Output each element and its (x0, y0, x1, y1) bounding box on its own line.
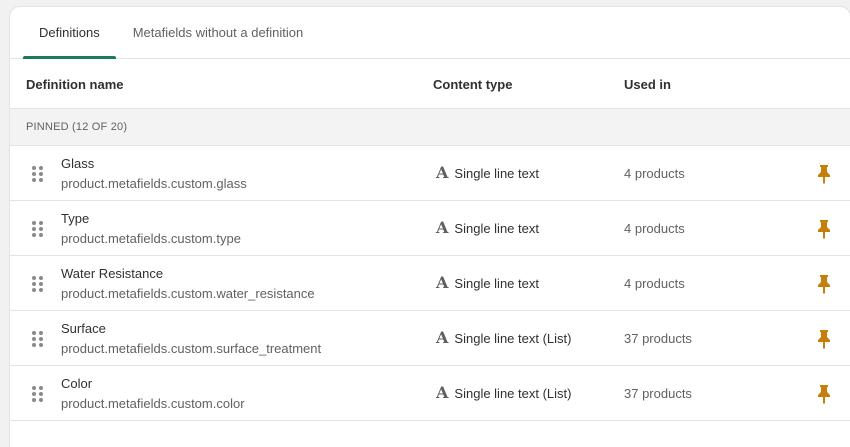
tab-metafields-without-definition[interactable]: Metafields without a definition (117, 7, 320, 58)
pin-icon[interactable] (816, 274, 832, 294)
drag-handle-icon[interactable] (32, 386, 44, 402)
definition-name: Water Resistance (61, 266, 164, 281)
definition-key: product.metafields.custom.glass (61, 176, 247, 191)
content-type-label: Single line text (454, 275, 539, 291)
table-row[interactable]: Water Resistance product.metafields.cust… (10, 256, 850, 311)
content-type-label: Single line text (List) (454, 330, 572, 346)
pin-icon[interactable] (816, 164, 832, 184)
drag-handle-icon[interactable] (32, 221, 44, 237)
content-type-label: Single line text (454, 165, 539, 181)
drag-handle-icon[interactable] (32, 276, 44, 292)
pinned-section-header: PINNED (12 OF 20) (10, 109, 850, 146)
drag-handle-icon[interactable] (32, 166, 44, 182)
pinned-section-label: PINNED (12 OF 20) (26, 121, 128, 133)
definition-name: Type (61, 211, 90, 226)
content-type-cell: A Single line text (List) (436, 330, 571, 346)
text-type-icon: A (436, 273, 449, 292)
text-type-icon: A (436, 163, 449, 182)
definition-key: product.metafields.custom.type (61, 231, 241, 246)
content-type-label: Single line text (List) (454, 385, 572, 401)
content-type-cell: A Single line text (List) (436, 385, 571, 401)
content-type-cell: A Single line text (436, 275, 539, 291)
content-type-label: Single line text (454, 220, 539, 236)
text-type-icon: A (436, 218, 449, 237)
definition-key: product.metafields.custom.color (61, 396, 245, 411)
text-type-icon: A (436, 328, 449, 347)
used-in-count: 4 products (624, 166, 685, 181)
pin-icon[interactable] (816, 329, 832, 349)
column-header-definition-name: Definition name (26, 77, 124, 92)
used-in-count: 37 products (624, 331, 692, 346)
table-row[interactable]: Color product.metafields.custom.color A … (10, 366, 850, 421)
drag-handle-icon[interactable] (32, 331, 44, 347)
table-row[interactable]: Glass product.metafields.custom.glass A … (10, 146, 850, 201)
tab-definitions[interactable]: Definitions (23, 7, 116, 59)
content-type-cell: A Single line text (436, 220, 539, 236)
pin-icon[interactable] (816, 219, 832, 239)
definition-key: product.metafields.custom.water_resistan… (61, 286, 315, 301)
content-type-cell: A Single line text (436, 165, 539, 181)
definition-key: product.metafields.custom.surface_treatm… (61, 341, 322, 356)
text-type-icon: A (436, 383, 449, 402)
tab-bar: Definitions Metafields without a definit… (10, 7, 850, 59)
table-row[interactable]: Surface product.metafields.custom.surfac… (10, 311, 850, 366)
definition-name: Surface (61, 321, 106, 336)
used-in-count: 37 products (624, 386, 692, 401)
definition-name: Color (61, 376, 93, 391)
table-header: Definition name Content type Used in (10, 59, 850, 109)
column-header-content-type: Content type (433, 77, 513, 92)
metafields-card: Definitions Metafields without a definit… (10, 7, 850, 447)
used-in-count: 4 products (624, 276, 685, 291)
table-row[interactable]: Type product.metafields.custom.type A Si… (10, 201, 850, 256)
definitions-list: Glass product.metafields.custom.glass A … (10, 146, 850, 421)
column-header-used-in: Used in (624, 77, 671, 92)
pin-icon[interactable] (816, 384, 832, 404)
definition-name: Glass (61, 156, 95, 171)
used-in-count: 4 products (624, 221, 685, 236)
